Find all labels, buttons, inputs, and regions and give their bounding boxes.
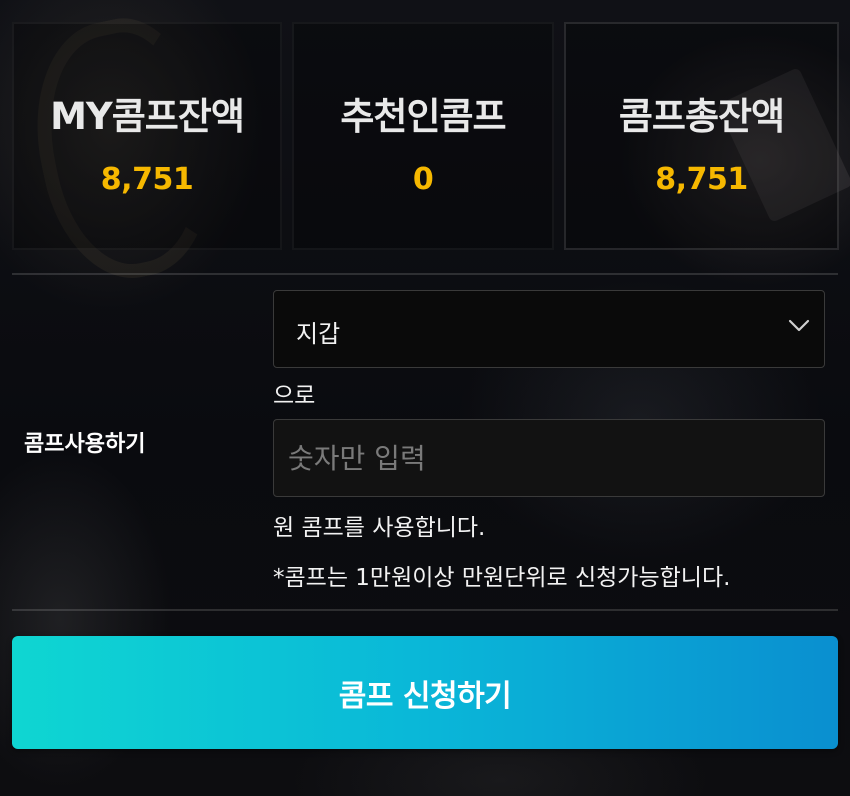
stat-referral-comp: 추천인콤프 0: [292, 22, 554, 250]
notice-text: *콤프는 1만원이상 만원단위로 신청가능합니다.: [273, 565, 731, 591]
section-divider: [12, 609, 838, 611]
stat-total-comp-balance: 콤프총잔액 8,751: [564, 22, 839, 250]
chevron-down-icon: [788, 319, 810, 332]
stat-label: 콤프총잔액: [618, 95, 785, 138]
stat-my-comp-balance: MY콤프잔액 8,751: [12, 22, 282, 250]
stat-label: 추천인콤프: [340, 95, 506, 138]
use-description: 원 콤프를 사용합니다.: [273, 515, 486, 541]
stat-value: 8,751: [100, 162, 194, 197]
wallet-select[interactable]: 지갑: [273, 290, 825, 368]
comp-stats: MY콤프잔액 8,751 추천인콤프 0 콤프총잔액 8,751: [0, 22, 850, 252]
amount-input[interactable]: [273, 419, 825, 497]
comp-apply-button-label: 콤프 신청하기: [338, 678, 512, 714]
suffix-text: 으로: [273, 383, 316, 409]
comp-use-label: 콤프사용하기: [24, 432, 146, 457]
section-divider: [12, 273, 838, 275]
stat-value: 0: [412, 162, 434, 197]
stat-value: 8,751: [655, 162, 748, 197]
comp-apply-button[interactable]: 콤프 신청하기: [12, 636, 838, 749]
stat-label: MY콤프잔액: [50, 95, 245, 138]
wallet-select-value: 지갑: [296, 320, 341, 348]
